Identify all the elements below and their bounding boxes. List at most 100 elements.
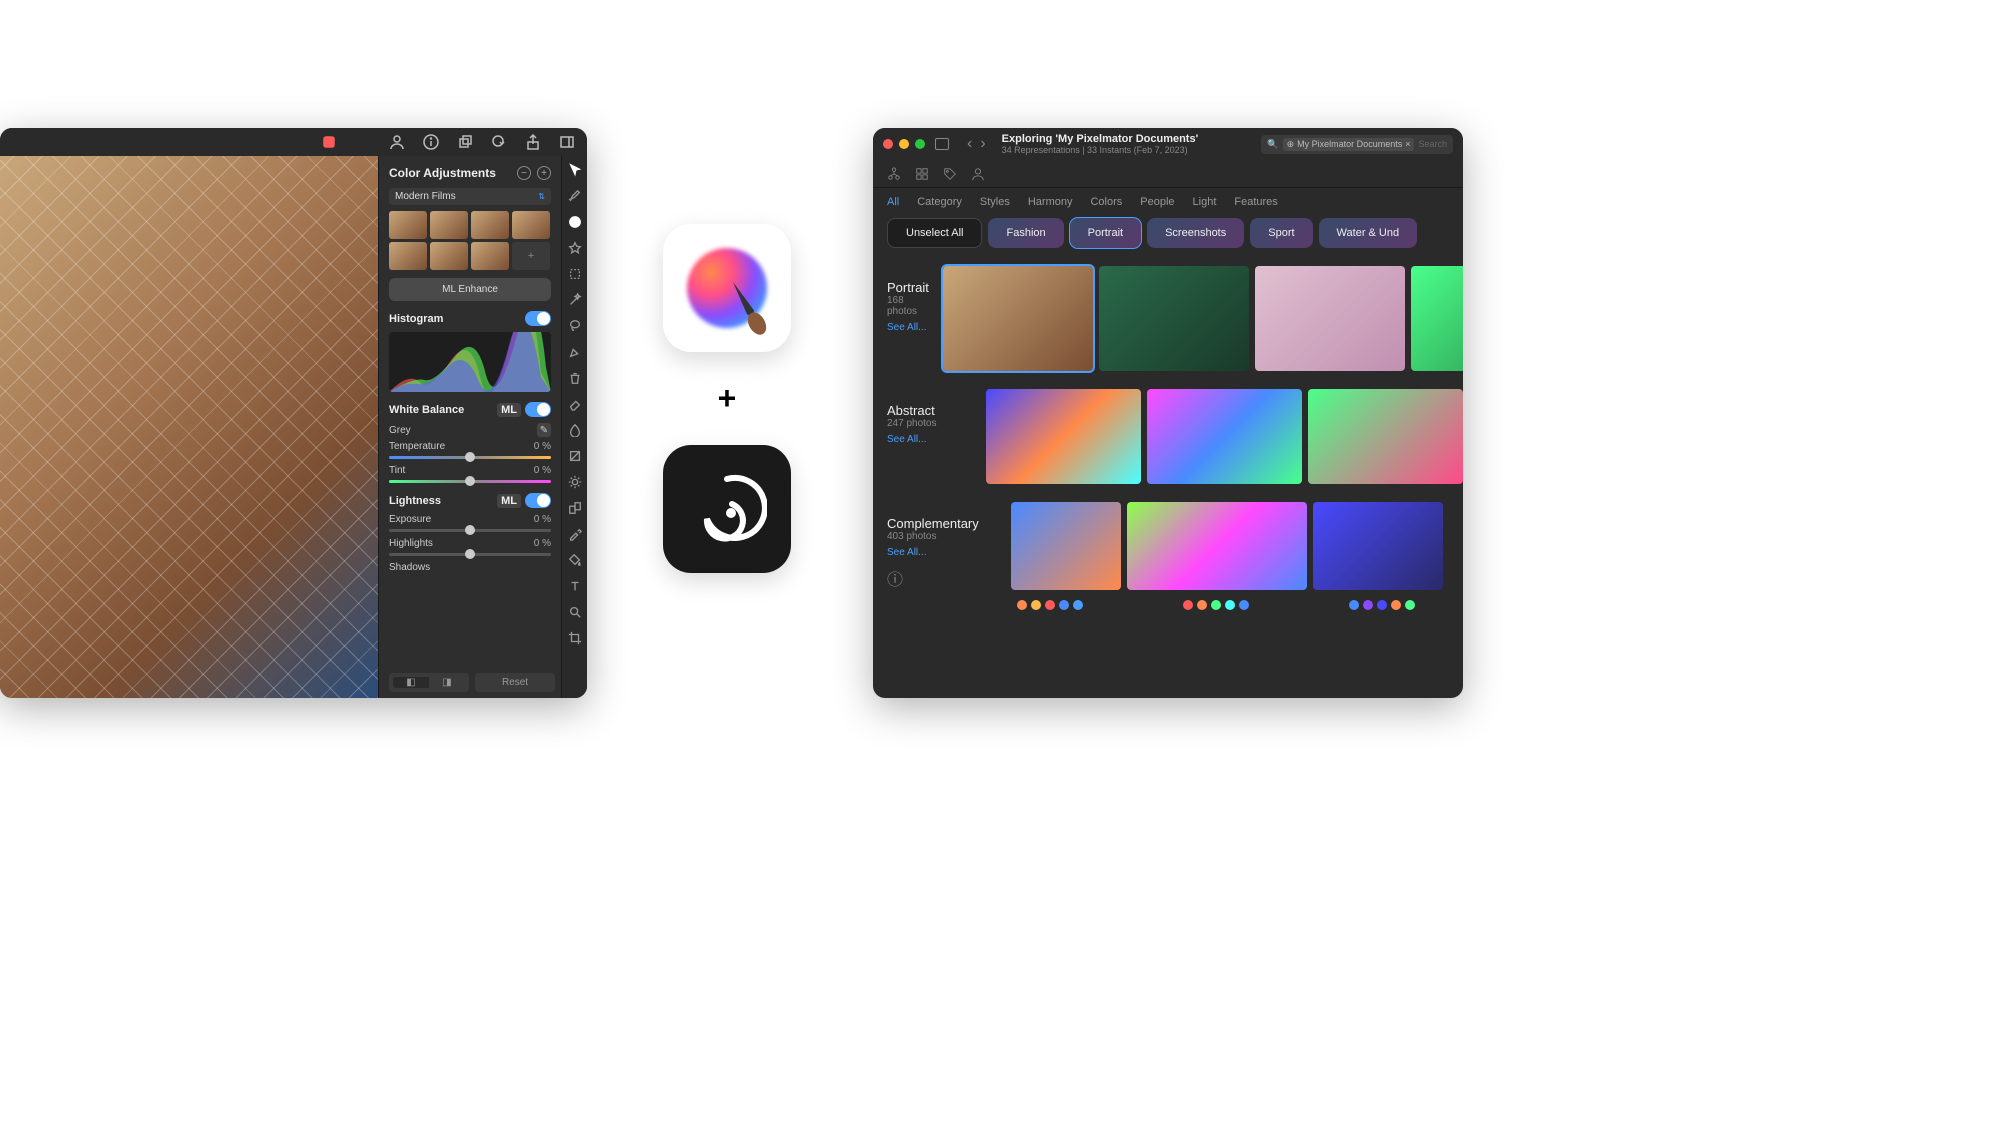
- photo-thumb[interactable]: [1011, 502, 1121, 590]
- hierarchy-icon[interactable]: [887, 167, 901, 181]
- search-token[interactable]: ⊕My Pixelmator Documents×: [1283, 138, 1415, 151]
- tab-styles[interactable]: Styles: [980, 196, 1010, 208]
- add-adjustment-icon[interactable]: +: [537, 166, 551, 180]
- chip-screenshots[interactable]: Screenshots: [1147, 218, 1244, 248]
- temperature-value: 0 %: [534, 441, 551, 452]
- ml-badge[interactable]: ML: [497, 494, 521, 508]
- section-count: 247 photos: [887, 418, 972, 429]
- preset-thumb[interactable]: [471, 211, 509, 239]
- add-preset-button[interactable]: +: [512, 242, 550, 270]
- photo-thumb[interactable]: [1255, 266, 1405, 371]
- highlights-value: 0 %: [534, 538, 551, 549]
- unselect-all-chip[interactable]: Unselect All: [887, 218, 982, 248]
- preset-thumb[interactable]: [430, 211, 468, 239]
- split-compare-button[interactable]: ◧ ◨: [389, 673, 469, 692]
- person-icon[interactable]: [389, 134, 405, 150]
- preset-thumb[interactable]: [512, 211, 550, 239]
- ml-enhance-button[interactable]: ML Enhance: [389, 278, 551, 301]
- duplicate-icon[interactable]: [457, 134, 473, 150]
- photo-thumb[interactable]: [1308, 389, 1463, 484]
- collapse-icon[interactable]: −: [517, 166, 531, 180]
- smudge-tool-icon[interactable]: [567, 422, 583, 438]
- wand-tool-icon[interactable]: [567, 292, 583, 308]
- info-icon[interactable]: ⓘ: [887, 566, 997, 590]
- type-tool-icon[interactable]: [567, 578, 583, 594]
- wb-mode[interactable]: Grey: [389, 425, 411, 436]
- sidebar-toggle-icon[interactable]: [935, 138, 949, 150]
- tab-all[interactable]: All: [887, 196, 899, 208]
- tint-slider[interactable]: [389, 480, 551, 483]
- preset-thumb[interactable]: [430, 242, 468, 270]
- grid-icon[interactable]: [915, 167, 929, 181]
- clone-tool-icon[interactable]: [567, 500, 583, 516]
- brush-tool-icon[interactable]: [567, 188, 583, 204]
- section-name: Portrait: [887, 280, 929, 295]
- share-icon[interactable]: [525, 134, 541, 150]
- arrow-tool-icon[interactable]: [567, 162, 583, 178]
- eyedropper-icon[interactable]: ✎: [537, 423, 551, 437]
- colors-icon[interactable]: [355, 134, 371, 150]
- chip-water[interactable]: Water & Und: [1319, 218, 1418, 248]
- photo-thumb[interactable]: [1147, 389, 1302, 484]
- photo-thumb[interactable]: [1411, 266, 1463, 371]
- color-adjust-tool-icon[interactable]: [567, 214, 583, 230]
- ml-badge[interactable]: ML: [497, 403, 521, 417]
- eyedropper-tool-icon[interactable]: [567, 526, 583, 542]
- canvas-image[interactable]: [0, 156, 378, 698]
- chip-sport[interactable]: Sport: [1250, 218, 1312, 248]
- gradient-tool-icon[interactable]: [567, 448, 583, 464]
- zoom-tool-icon[interactable]: [567, 604, 583, 620]
- histogram-toggle[interactable]: [525, 311, 551, 326]
- photo-thumb[interactable]: [1099, 266, 1249, 371]
- chip-portrait[interactable]: Portrait: [1070, 218, 1141, 248]
- back-icon[interactable]: ‹: [967, 135, 972, 153]
- see-all-link[interactable]: See All...: [887, 547, 926, 558]
- photo-thumb[interactable]: [943, 266, 1093, 371]
- chip-fashion[interactable]: Fashion: [988, 218, 1063, 248]
- see-all-link[interactable]: See All...: [887, 434, 926, 445]
- dropdown-arrows-icon: ⇅: [538, 192, 545, 201]
- reset-button[interactable]: Reset: [475, 673, 555, 692]
- tab-features[interactable]: Features: [1234, 196, 1277, 208]
- color-dot: [1349, 600, 1359, 610]
- forward-icon[interactable]: ›: [980, 135, 985, 153]
- temperature-slider[interactable]: [389, 456, 551, 459]
- brightness-tool-icon[interactable]: [567, 474, 583, 490]
- tab-people[interactable]: People: [1140, 196, 1174, 208]
- tab-category[interactable]: Category: [917, 196, 962, 208]
- lightness-toggle[interactable]: [525, 493, 551, 508]
- zoom-dropdown-icon[interactable]: [491, 134, 507, 150]
- photo-thumb[interactable]: [986, 389, 1141, 484]
- tab-harmony[interactable]: Harmony: [1028, 196, 1073, 208]
- highlights-label: Highlights: [389, 538, 433, 549]
- pen-tool-icon[interactable]: [567, 344, 583, 360]
- traffic-lights[interactable]: [883, 139, 925, 149]
- tint-value: 0 %: [534, 465, 551, 476]
- highlights-slider[interactable]: [389, 553, 551, 556]
- see-all-link[interactable]: See All...: [887, 322, 926, 333]
- record-icon[interactable]: [321, 134, 337, 150]
- star-tool-icon[interactable]: [567, 240, 583, 256]
- tab-colors[interactable]: Colors: [1090, 196, 1122, 208]
- bucket-tool-icon[interactable]: [567, 552, 583, 568]
- white-balance-toggle[interactable]: [525, 402, 551, 417]
- lasso-tool-icon[interactable]: [567, 318, 583, 334]
- tab-light[interactable]: Light: [1193, 196, 1217, 208]
- photo-thumb[interactable]: [1127, 502, 1307, 590]
- preset-thumb[interactable]: [471, 242, 509, 270]
- photo-thumb[interactable]: [1313, 502, 1443, 590]
- sidebar-icon[interactable]: [559, 134, 575, 150]
- preset-thumb[interactable]: [389, 211, 427, 239]
- tag-icon[interactable]: [943, 167, 957, 181]
- people-icon[interactable]: [971, 167, 985, 181]
- preset-dropdown[interactable]: Modern Films ⇅: [389, 188, 551, 205]
- search-field[interactable]: 🔍 ⊕My Pixelmator Documents× Search: [1261, 135, 1453, 154]
- eraser-tool-icon[interactable]: [567, 396, 583, 412]
- exposure-slider[interactable]: [389, 529, 551, 532]
- crop-tool-icon[interactable]: [567, 630, 583, 646]
- info-icon[interactable]: [423, 134, 439, 150]
- marquee-tool-icon[interactable]: [567, 266, 583, 282]
- preset-thumb[interactable]: [389, 242, 427, 270]
- color-dot: [1211, 600, 1221, 610]
- trash-tool-icon[interactable]: [567, 370, 583, 386]
